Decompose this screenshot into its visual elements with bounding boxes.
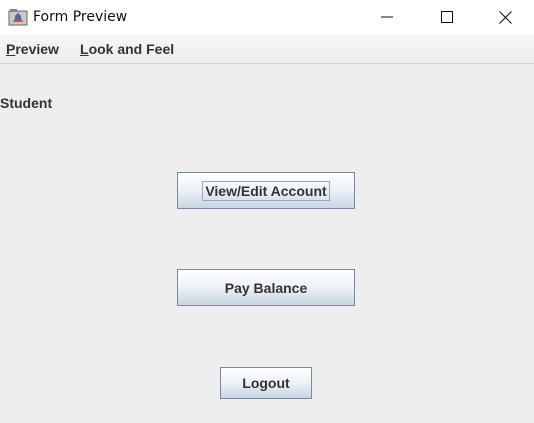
menu-preview-label: review bbox=[15, 41, 59, 57]
window-title: Form Preview bbox=[33, 9, 128, 25]
menu-look-and-feel-label: ook and Feel bbox=[88, 41, 175, 57]
student-heading: Student bbox=[0, 95, 53, 111]
maximize-icon bbox=[441, 11, 453, 23]
minimize-button[interactable] bbox=[364, 0, 410, 34]
java-app-icon bbox=[8, 8, 28, 26]
menu-look-and-feel-mnemonic: L bbox=[80, 41, 89, 57]
menu-bar: Preview Look and Feel bbox=[0, 34, 534, 64]
minimize-icon bbox=[381, 16, 393, 18]
pay-balance-button[interactable]: Pay Balance bbox=[177, 269, 355, 306]
menu-look-and-feel[interactable]: Look and Feel bbox=[80, 41, 174, 57]
logout-button[interactable]: Logout bbox=[220, 367, 312, 399]
view-edit-account-button[interactable]: View/Edit Account bbox=[177, 172, 355, 209]
menu-preview-mnemonic: P bbox=[6, 41, 16, 57]
close-button[interactable] bbox=[482, 0, 528, 34]
maximize-button[interactable] bbox=[424, 0, 470, 34]
menu-preview[interactable]: Preview bbox=[6, 41, 59, 57]
view-edit-account-label: View/Edit Account bbox=[202, 180, 330, 201]
title-bar: Form Preview bbox=[0, 0, 534, 34]
close-icon bbox=[498, 10, 512, 24]
